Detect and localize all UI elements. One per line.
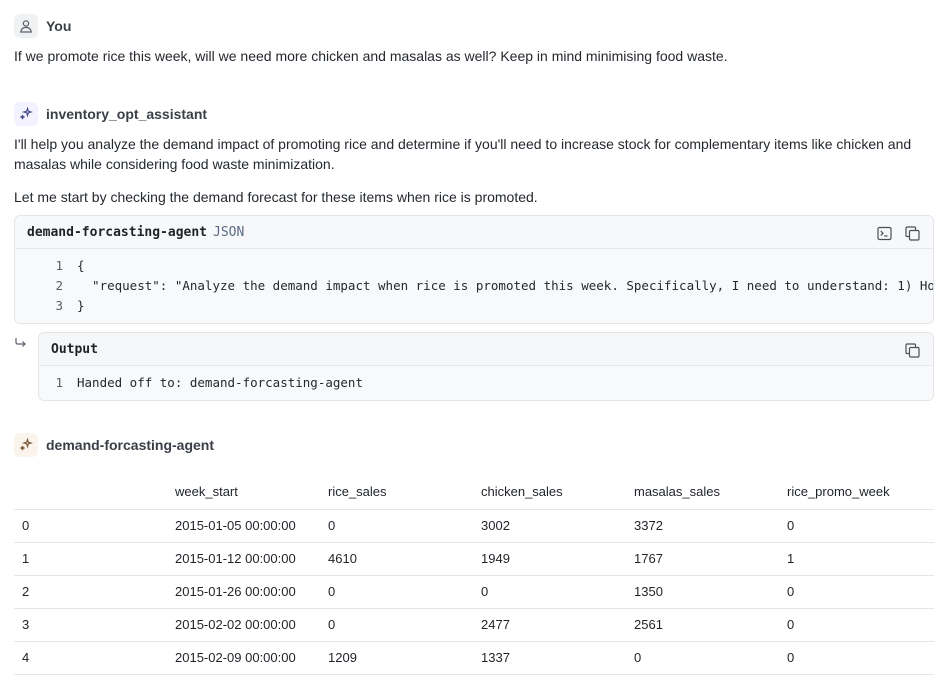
table-cell: 1949 [473,542,626,576]
table-cell: 0 [779,575,934,609]
tool-output-card: Output 1 Handed off to: demand-forcastin… [38,332,934,401]
table-cell: 1 [14,542,167,576]
table-cell: 2015-01-12 00:00:00 [167,542,320,576]
assistant-avatar [14,102,38,126]
terminal-button[interactable] [875,224,893,242]
table-cell: 0 [14,509,167,543]
table-cell: 1350 [626,575,779,609]
tool-call-header: demand-forcasting-agent JSON [15,216,933,249]
line-content: { [77,257,85,273]
table-cell: 3002 [473,509,626,543]
tool-output-header: Output [39,333,933,366]
terminal-icon [876,226,892,240]
table-cell: 0 [320,608,473,642]
assistant-paragraph-2: Let me start by checking the demand fore… [14,189,538,205]
line-number: 1 [55,257,63,273]
user-sender-name: You [46,18,72,34]
table-cell: 0 [779,641,934,675]
column-header-rice-promo-week: rice_promo_week [779,475,934,510]
table-cell: 0 [626,641,779,675]
line-content: } [77,297,85,313]
copy-output-button[interactable] [903,341,921,359]
line-content: "request": "Analyze the demand impact wh… [77,277,934,293]
table-cell: 0 [320,575,473,609]
line-content: Handed off to: demand-forcasting-agent [77,374,363,390]
tool-call-code: 1 { 2 "request": "Analyze the demand imp… [15,249,934,323]
table-cell: 3372 [626,509,779,543]
table-cell: 2015-01-26 00:00:00 [167,575,320,609]
column-header-masalas-sales: masalas_sales [626,475,779,510]
table-cell: 1767 [626,542,779,576]
agent-avatar [14,433,38,457]
table-cell: 2561 [626,608,779,642]
user-message-text: If we promote rice this week, will we ne… [14,48,728,64]
table-cell: 1209 [320,641,473,675]
table-header-row: week_start rice_sales chicken_sales masa… [14,475,934,510]
table-row: 3 2015-02-02 00:00:00 0 2477 2561 0 [14,608,934,642]
line-number: 2 [55,277,63,293]
table-cell: 2015-01-05 00:00:00 [167,509,320,543]
column-header-week-start: week_start [167,475,320,510]
assistant-paragraph-1: I'll help you analyze the demand impact … [14,136,912,172]
user-avatar [14,14,38,38]
tool-output-title: Output [51,341,98,357]
table-row: 4 2015-02-09 00:00:00 1209 1337 0 0 [14,641,934,675]
table-cell: 2015-02-09 00:00:00 [167,641,320,675]
tool-call-language: JSON [213,224,245,240]
table-cell: 1337 [473,641,626,675]
table-cell: 0 [320,509,473,543]
table-cell: 4610 [320,542,473,576]
copy-icon [904,342,920,358]
column-header-rice-sales: rice_sales [320,475,473,510]
table-row: 2 2015-01-26 00:00:00 0 0 1350 0 [14,575,934,609]
table-cell: 3 [14,608,167,642]
table-cell: 4 [14,641,167,675]
table-cell: 0 [779,608,934,642]
copy-icon [904,225,920,241]
tool-call-title: demand-forcasting-agent [27,224,208,240]
code-line: 2 "request": "Analyze the demand impact … [15,275,934,295]
user-message-header: You [14,14,71,38]
line-number: 3 [55,297,63,313]
dataframe-table: week_start rice_sales chicken_sales masa… [14,475,934,675]
sparkle-icon [20,107,33,120]
return-arrow-icon [14,336,28,352]
assistant-message-header: inventory_opt_assistant [14,102,207,126]
user-icon [20,20,32,33]
code-line: 1 { [15,255,85,275]
table-cell: 1 [779,542,934,576]
column-header-chicken-sales: chicken_sales [473,475,626,510]
table-cell: 2477 [473,608,626,642]
line-number: 1 [55,374,63,390]
table-cell: 2 [14,575,167,609]
sparkle-icon [20,438,33,451]
table-cell: 0 [779,509,934,543]
agent-message-header: demand-forcasting-agent [14,433,214,457]
table-row: 1 2015-01-12 00:00:00 4610 1949 1767 1 [14,542,934,576]
copy-button[interactable] [903,224,921,242]
table-cell: 2015-02-02 00:00:00 [167,608,320,642]
code-line: 3 } [15,295,85,315]
table-cell: 0 [473,575,626,609]
tool-call-card: demand-forcasting-agent JSON 1 {2 "requ… [14,215,934,324]
assistant-sender-name: inventory_opt_assistant [46,106,208,122]
agent-sender-name: demand-forcasting-agent [46,437,215,453]
table-row: 0 2015-01-05 00:00:00 0 3002 3372 0 [14,509,934,543]
code-line: 1 Handed off to: demand-forcasting-agent [39,372,363,392]
column-header-index [14,475,167,510]
tool-output-code: 1 Handed off to: demand-forcasting-agent [39,366,933,400]
